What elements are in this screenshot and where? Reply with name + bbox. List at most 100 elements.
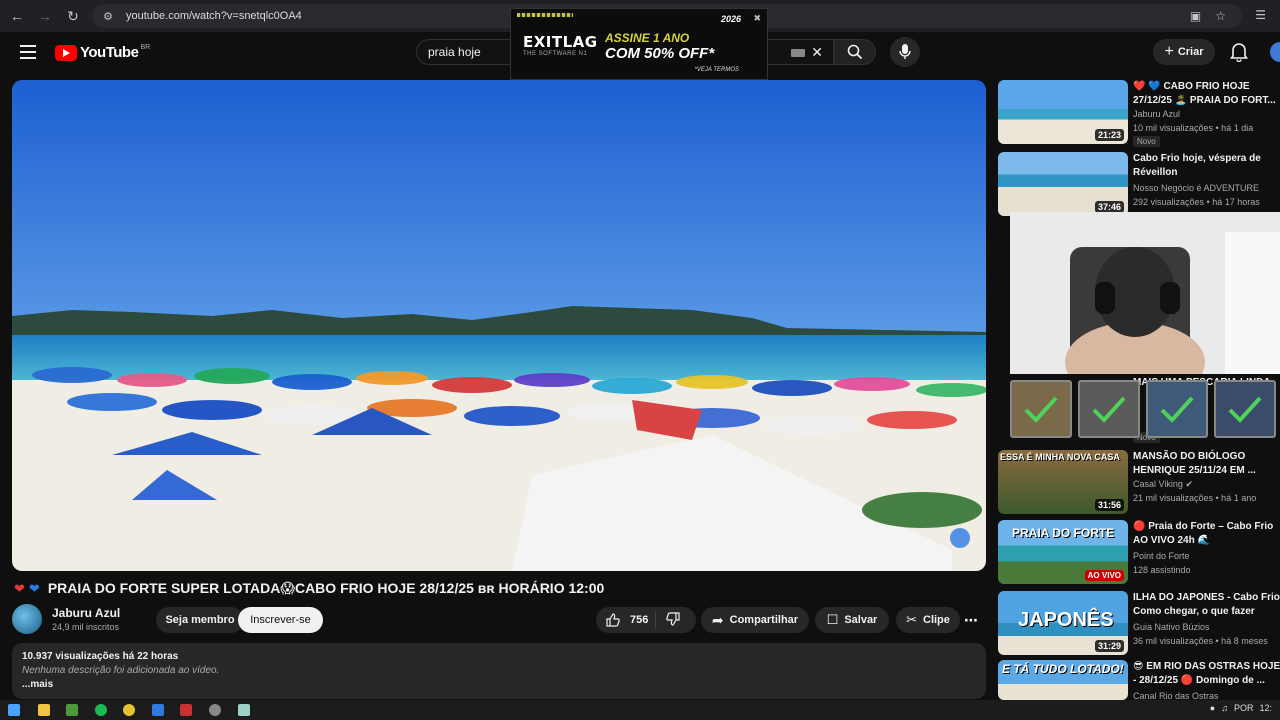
spotify-icon[interactable]: [95, 704, 107, 716]
app-icon[interactable]: [180, 704, 192, 716]
video-duration: 31:56: [1094, 499, 1124, 511]
like-button[interactable]: 756: [596, 611, 656, 629]
search-icon: [847, 44, 863, 60]
bookmark-star-icon[interactable]: ☆: [1215, 9, 1226, 23]
channel-actions-row: Jaburu Azul 24,9 mil inscritos Seja memb…: [12, 604, 986, 634]
recommendation-item[interactable]: JAPONÊS 31:29 ILHA DO JAPONES - Cabo Fri…: [998, 591, 1280, 655]
recommendation-thumbnail[interactable]: 37:46: [998, 152, 1128, 216]
language-indicator[interactable]: POR: [1234, 703, 1254, 713]
system-tray: ● ♫ POR 12:: [1210, 703, 1272, 713]
youtube-logo[interactable]: YouTube BR: [55, 44, 150, 61]
video-title: PRAIA DO FORTE SUPER LOTADA😱CABO FRIO HO…: [47, 580, 605, 596]
recommendation-views: 21 mil visualizações • há 1 ano: [1133, 493, 1257, 503]
clip-label: Clipe: [923, 614, 950, 626]
recommendation-item[interactable]: 37:46 Cabo Frio hoje, véspera de Réveill…: [998, 152, 1280, 216]
subscribe-button[interactable]: Inscrever-se: [238, 607, 323, 633]
recommendation-thumbnail[interactable]: 21:23: [998, 80, 1128, 144]
dislike-button[interactable]: [656, 611, 680, 629]
description-box[interactable]: 10.937 visualizações há 22 horas Nenhuma…: [12, 643, 986, 699]
more-actions-icon[interactable]: ⋯: [962, 607, 980, 633]
recommendation-channel[interactable]: Point do Forte: [1133, 551, 1190, 561]
back-icon[interactable]: ←: [6, 5, 28, 27]
channel-avatar[interactable]: [12, 604, 42, 634]
like-dislike-group: 756: [596, 607, 696, 633]
recommendation-channel[interactable]: Canal Rio das Ostras: [1133, 691, 1219, 700]
recommendation-item[interactable]: 21:23 ❤️ 💙 CABO FRIO HOJE 27/12/25 🏝️ PR…: [998, 80, 1280, 147]
recommendation-title[interactable]: MANSÃO DO BIÓLOGO HENRIQUE 25/11/24 EM .…: [1133, 450, 1280, 478]
thumbnail-caption: E TÁ TUDO LOTADO!: [1002, 662, 1124, 676]
recommendation-title[interactable]: ILHA DO JAPONES - Cabo Frio Como chegar,…: [1133, 591, 1280, 619]
recommendation-channel[interactable]: Casal Viking ✔: [1133, 479, 1193, 490]
microphone-icon: [899, 44, 911, 59]
file-explorer-icon[interactable]: [38, 704, 50, 716]
channel-name[interactable]: Jaburu Azul: [52, 606, 120, 620]
create-button[interactable]: + Criar: [1153, 39, 1215, 65]
save-label: Salvar: [844, 614, 878, 626]
recommendation-title[interactable]: Cabo Frio hoje, véspera de Réveillon: [1133, 152, 1280, 180]
thumbnail-caption: JAPONÊS: [1018, 609, 1114, 631]
join-button[interactable]: Seja membro: [156, 607, 244, 633]
thumbs-down-icon: [666, 611, 680, 626]
install-app-icon[interactable]: ▣: [1190, 9, 1201, 23]
windows-start-icon[interactable]: [8, 704, 20, 716]
ad-close-icon[interactable]: ✖: [753, 13, 761, 24]
recommendation-thumbnail[interactable]: PRAIA DO FORTE AO VIVO: [998, 520, 1128, 584]
recommendation-thumbnail[interactable]: ESSA É MINHA NOVA CASA 31:56: [998, 450, 1128, 514]
recommendation-title[interactable]: 😎 EM RIO DAS OSTRAS HOJE - 28/12/25 🔴 Do…: [1133, 660, 1280, 688]
notepad-icon[interactable]: [238, 704, 250, 716]
recommendation-channel[interactable]: Jaburu Azul: [1133, 109, 1180, 119]
recommendation-item[interactable]: PRAIA DO FORTE AO VIVO 🔴 Praia do Forte …: [998, 520, 1280, 584]
windows-taskbar: ● ♫ POR 12:: [0, 700, 1280, 720]
clear-search-icon[interactable]: ✕: [811, 44, 823, 61]
recommendation-channel[interactable]: Nosso Negócio é ADVENTURE: [1133, 183, 1259, 193]
reload-icon[interactable]: ↻: [62, 5, 84, 27]
video-duration: 21:23: [1094, 129, 1124, 141]
ad-brand: EXITLAG: [523, 33, 598, 51]
beach-video-frame: [12, 80, 986, 571]
account-avatar[interactable]: [1270, 42, 1280, 62]
app-icon[interactable]: [209, 704, 221, 716]
clip-button[interactable]: ✂ Clipe: [896, 607, 960, 633]
logo-text: YouTube: [80, 44, 139, 61]
search-query[interactable]: praia hoje: [428, 45, 481, 59]
video-title-row: ❤ ❤ PRAIA DO FORTE SUPER LOTADA😱CABO FRI…: [14, 580, 604, 597]
ad-year: 2026: [720, 14, 741, 24]
share-button[interactable]: ➦ Compartilhar: [701, 607, 809, 633]
recommendation-thumbnail[interactable]: E TÁ TUDO LOTADO!: [998, 660, 1128, 700]
exitlag-ad-banner[interactable]: 2026 ✖ EXITLAG THE SOFTWARE N1 ASSINE 1 …: [510, 8, 768, 80]
volume-icon[interactable]: ♫: [1221, 703, 1228, 713]
keyboard-icon[interactable]: [791, 49, 805, 57]
streamer-webcam-overlay: [1010, 212, 1280, 374]
app-icon[interactable]: [152, 704, 164, 716]
voice-search-button[interactable]: [890, 37, 920, 67]
recommendation-title[interactable]: ❤️ 💙 CABO FRIO HOJE 27/12/25 🏝️ PRAIA DO…: [1133, 80, 1280, 108]
site-info-icon[interactable]: ⚙: [100, 8, 116, 24]
notifications-bell-icon[interactable]: [1230, 42, 1248, 62]
show-more-link[interactable]: ...mais: [22, 679, 53, 690]
recommendation-title[interactable]: 🔴 Praia do Forte – Cabo Frio AO VIVO 24h…: [1133, 520, 1280, 548]
chrome-icon[interactable]: [123, 704, 135, 716]
new-badge: Novo: [1133, 136, 1160, 147]
search-button[interactable]: [834, 39, 876, 65]
save-button[interactable]: ☐ Salvar: [815, 607, 889, 633]
forward-icon[interactable]: →: [34, 5, 56, 27]
recommendation-item[interactable]: ESSA É MINHA NOVA CASA 31:56 MANSÃO DO B…: [998, 450, 1280, 514]
app-icon[interactable]: [66, 704, 78, 716]
video-player[interactable]: [12, 80, 986, 571]
create-label: Criar: [1177, 46, 1204, 58]
plus-icon: +: [1164, 43, 1174, 60]
share-label: Compartilhar: [729, 614, 799, 626]
recommendation-channel[interactable]: Guia Nativo Búzios: [1133, 622, 1210, 632]
channel-watermark-icon[interactable]: [950, 528, 970, 548]
view-count-date: 10.937 visualizações há 22 horas: [22, 651, 179, 662]
recommendation-item[interactable]: E TÁ TUDO LOTADO! 😎 EM RIO DAS OSTRAS HO…: [998, 660, 1280, 700]
youtube-play-icon: [55, 44, 77, 61]
description-text: Nenhuma descrição foi adicionada ao víde…: [22, 665, 220, 676]
browser-menu-icon[interactable]: ☰: [1255, 8, 1266, 22]
hamburger-menu-icon[interactable]: [20, 45, 36, 63]
wifi-icon[interactable]: ●: [1210, 703, 1215, 713]
thumbnail-caption: ESSA É MINHA NOVA CASA: [1000, 452, 1120, 462]
url-text[interactable]: youtube.com/watch?v=snetqlc0OA4: [126, 10, 302, 22]
recommendation-thumbnail[interactable]: JAPONÊS 31:29: [998, 591, 1128, 655]
clock[interactable]: 12:: [1259, 703, 1272, 713]
